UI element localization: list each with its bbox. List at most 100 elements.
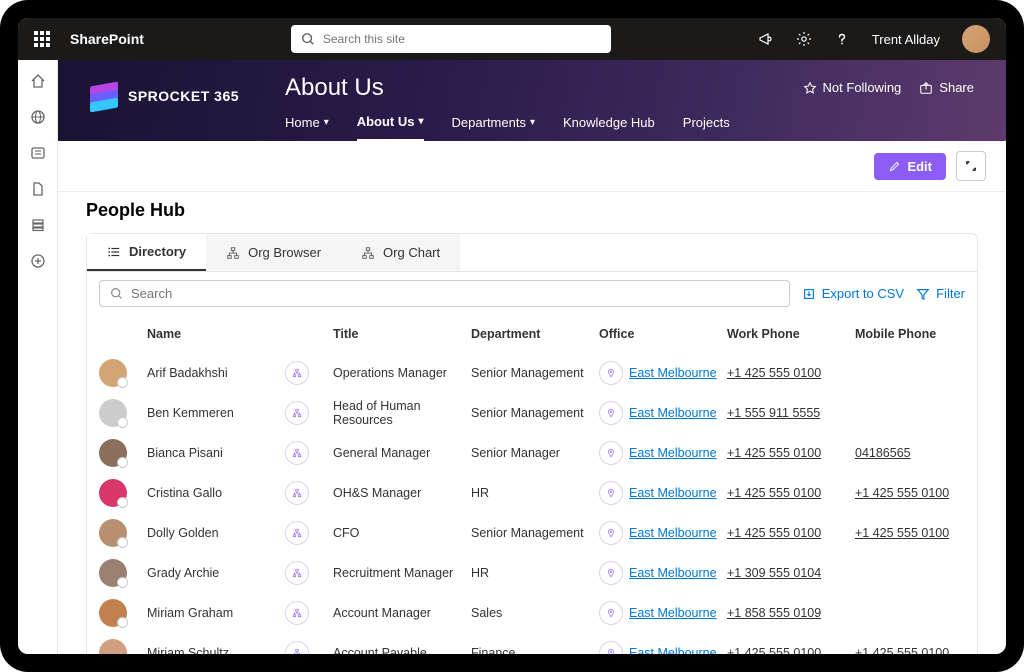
- person-avatar[interactable]: [99, 639, 127, 654]
- org-icon[interactable]: [285, 361, 309, 385]
- share-button[interactable]: Share: [919, 80, 974, 95]
- col-office[interactable]: Office: [599, 327, 719, 341]
- share-label: Share: [939, 80, 974, 95]
- export-label: Export to CSV: [822, 286, 904, 301]
- org-icon[interactable]: [285, 521, 309, 545]
- org-icon[interactable]: [285, 481, 309, 505]
- page-action-bar: Edit: [58, 141, 1006, 192]
- org-icon[interactable]: [285, 601, 309, 625]
- person-office[interactable]: East Melbourne: [599, 401, 719, 425]
- table-row[interactable]: Miriam Graham Account Manager Sales East…: [99, 593, 965, 633]
- expand-button[interactable]: [956, 151, 986, 181]
- person-title: General Manager: [333, 446, 463, 460]
- filter-icon: [916, 287, 930, 301]
- tab-org-browser[interactable]: Org Browser: [206, 234, 341, 271]
- mobile-phone[interactable]: +1 425 555 0100: [855, 486, 949, 500]
- nav-item[interactable]: Knowledge Hub: [563, 115, 655, 140]
- home-icon[interactable]: [29, 72, 47, 90]
- person-avatar[interactable]: [99, 439, 127, 467]
- site-logo[interactable]: SPROCKET 365: [90, 74, 285, 110]
- site-search[interactable]: [291, 25, 611, 53]
- person-title: Account Payable: [333, 646, 463, 654]
- col-name[interactable]: Name: [147, 327, 277, 341]
- nav-item[interactable]: Projects: [683, 115, 730, 140]
- user-avatar[interactable]: [962, 25, 990, 53]
- filter-button[interactable]: Filter: [916, 286, 965, 301]
- list-icon[interactable]: [29, 216, 47, 234]
- person-department: Senior Management: [471, 526, 591, 540]
- person-avatar[interactable]: [99, 559, 127, 587]
- edit-button[interactable]: Edit: [874, 153, 946, 180]
- app-launcher-icon[interactable]: [34, 31, 50, 47]
- directory-search[interactable]: [99, 280, 790, 307]
- megaphone-icon[interactable]: [758, 31, 774, 47]
- table-row[interactable]: Bianca Pisani General Manager Senior Man…: [99, 433, 965, 473]
- col-department[interactable]: Department: [471, 327, 591, 341]
- site-header: SPROCKET 365 About Us Home▾ About Us▾ Depa…: [58, 60, 1006, 141]
- news-icon[interactable]: [29, 144, 47, 162]
- table-row[interactable]: Cristina Gallo OH&S Manager HR East Melb…: [99, 473, 965, 513]
- org-icon[interactable]: [285, 441, 309, 465]
- nav-item[interactable]: Home▾: [285, 115, 329, 140]
- mobile-phone[interactable]: +1 425 555 0100: [855, 526, 949, 540]
- person-avatar[interactable]: [99, 519, 127, 547]
- person-avatar[interactable]: [99, 599, 127, 627]
- person-office[interactable]: East Melbourne: [599, 641, 719, 654]
- person-avatar[interactable]: [99, 399, 127, 427]
- person-avatar[interactable]: [99, 359, 127, 387]
- person-office[interactable]: East Melbourne: [599, 481, 719, 505]
- gear-icon[interactable]: [796, 31, 812, 47]
- mobile-phone[interactable]: 04186565: [855, 446, 911, 460]
- col-mobilephone[interactable]: Mobile Phone: [855, 327, 975, 341]
- chevron-down-icon: ▾: [530, 117, 535, 128]
- directory-search-input[interactable]: [131, 286, 779, 301]
- tab-directory[interactable]: Directory: [87, 234, 206, 271]
- person-office[interactable]: East Melbourne: [599, 441, 719, 465]
- work-phone[interactable]: +1 425 555 0100: [727, 366, 821, 380]
- site-search-input[interactable]: [323, 32, 601, 46]
- expand-icon: [964, 159, 978, 173]
- nav-item[interactable]: Departments▾: [452, 115, 535, 140]
- person-avatar[interactable]: [99, 479, 127, 507]
- table-row[interactable]: Dolly Golden CFO Senior Management East …: [99, 513, 965, 553]
- person-department: Senior Manager: [471, 446, 591, 460]
- org-icon[interactable]: [285, 561, 309, 585]
- col-title[interactable]: Title: [333, 327, 463, 341]
- table-row[interactable]: Arif Badakhshi Operations Manager Senior…: [99, 353, 965, 393]
- org-icon[interactable]: [285, 401, 309, 425]
- person-title: Operations Manager: [333, 366, 463, 380]
- tab-directory-label: Directory: [129, 244, 186, 259]
- nav-item[interactable]: About Us▾: [357, 114, 424, 141]
- tab-org-chart[interactable]: Org Chart: [341, 234, 460, 271]
- person-title: CFO: [333, 526, 463, 540]
- work-phone[interactable]: +1 309 555 0104: [727, 566, 821, 580]
- person-office[interactable]: East Melbourne: [599, 561, 719, 585]
- work-phone[interactable]: +1 425 555 0100: [727, 646, 821, 654]
- person-office[interactable]: East Melbourne: [599, 361, 719, 385]
- person-office[interactable]: East Melbourne: [599, 521, 719, 545]
- help-icon[interactable]: [834, 31, 850, 47]
- export-csv-button[interactable]: Export to CSV: [802, 286, 904, 301]
- add-icon[interactable]: [29, 252, 47, 270]
- table-row[interactable]: Ben Kemmeren Head of Human Resources Sen…: [99, 393, 965, 433]
- user-name[interactable]: Trent Allday: [872, 32, 940, 47]
- work-phone[interactable]: +1 425 555 0100: [727, 526, 821, 540]
- file-icon[interactable]: [29, 180, 47, 198]
- follow-label: Not Following: [823, 80, 902, 95]
- person-name: Arif Badakhshi: [147, 366, 277, 380]
- follow-button[interactable]: Not Following: [803, 80, 902, 95]
- work-phone[interactable]: +1 858 555 0109: [727, 606, 821, 620]
- org-icon[interactable]: [285, 641, 309, 654]
- work-phone[interactable]: +1 555 911 5555: [727, 406, 820, 420]
- mobile-phone[interactable]: +1 425 555 0100: [855, 646, 949, 654]
- table-row[interactable]: Grady Archie Recruitment Manager HR East…: [99, 553, 965, 593]
- page-title: About Us: [285, 74, 803, 102]
- edit-label: Edit: [907, 159, 932, 174]
- globe-icon[interactable]: [29, 108, 47, 126]
- person-office[interactable]: East Melbourne: [599, 601, 719, 625]
- work-phone[interactable]: +1 425 555 0100: [727, 486, 821, 500]
- work-phone[interactable]: +1 425 555 0100: [727, 446, 821, 460]
- col-workphone[interactable]: Work Phone: [727, 327, 847, 341]
- table-row[interactable]: Miriam Schultz Account Payable Finance E…: [99, 633, 965, 654]
- people-panel: Directory Org Browser Org Chart: [86, 233, 978, 654]
